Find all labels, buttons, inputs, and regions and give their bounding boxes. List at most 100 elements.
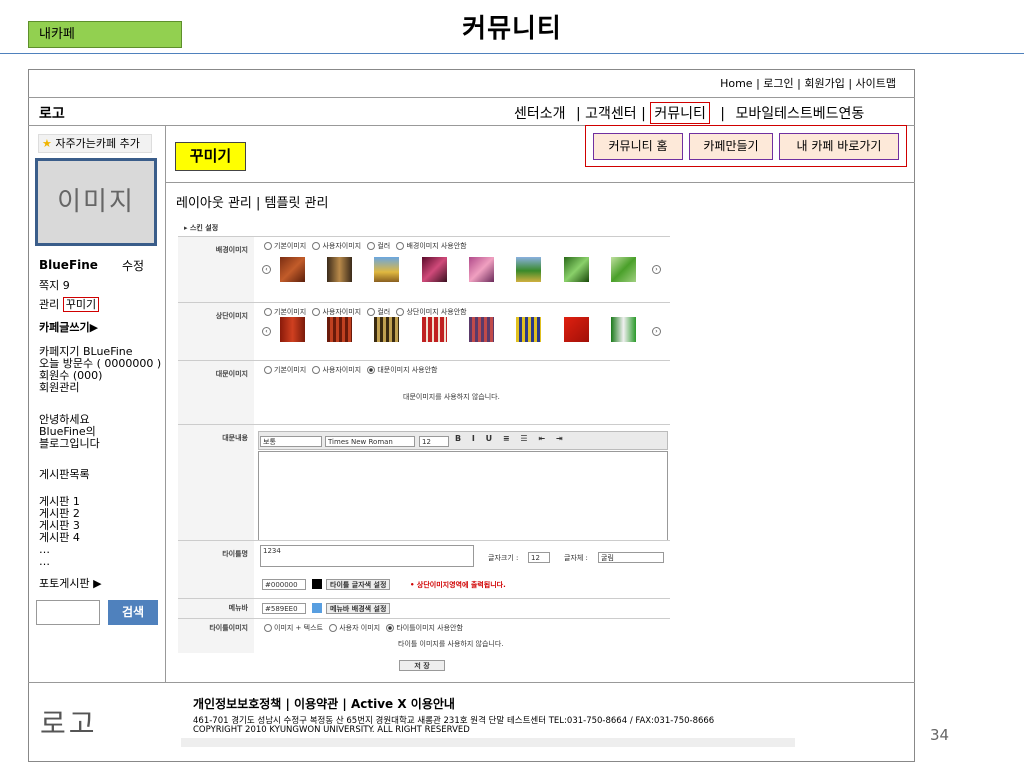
global-nav: 센터소개 | 고객센터 | 커뮤니티 | 모바일테스트베드연동 — [514, 102, 864, 124]
cafe-name: BlueFine — [39, 258, 98, 272]
search-button[interactable]: 검색 — [108, 600, 158, 625]
menubar-row: 메뉴바 #589EE0 메뉴바 배경색 설정 — [178, 598, 670, 619]
row-label: 타이틀이미지 — [178, 619, 254, 653]
search-input[interactable] — [36, 600, 100, 625]
format-icons[interactable]: B I U ≡ ☰ ⇤ ⇥ — [455, 434, 567, 443]
font-name-select[interactable]: Times New Roman — [325, 436, 415, 447]
top-thumb[interactable] — [374, 317, 399, 342]
member-manage-link[interactable]: 회원관리 — [39, 382, 161, 394]
title-color-swatch — [312, 579, 322, 589]
editor-toolbar: 보통 Times New Roman 12 B I U ≡ ☰ ⇤ ⇥ — [258, 431, 668, 450]
bg-thumb[interactable] — [611, 257, 636, 282]
bg-thumb[interactable] — [516, 257, 541, 282]
prev-arrow-icon[interactable]: ‹ — [262, 327, 271, 336]
bg-thumb[interactable] — [564, 257, 589, 282]
next-arrow-icon[interactable]: › — [652, 327, 661, 336]
top-image-options: 기본이미지 사용자이미지 컬러 상단이미지 사용안함 — [264, 307, 467, 317]
nav-customer-center[interactable]: 고객센터 — [585, 103, 637, 123]
font-style-select[interactable]: 보통 — [260, 436, 322, 447]
bg-image-options: 기본이미지 사용자이미지 컬러 배경이미지 사용안함 — [264, 241, 467, 251]
radio-none[interactable] — [396, 242, 405, 250]
radio-none-selected[interactable] — [367, 366, 376, 374]
bg-thumb[interactable] — [327, 257, 352, 282]
bg-thumb[interactable] — [280, 257, 305, 282]
radio-user[interactable] — [312, 308, 321, 316]
make-cafe-button[interactable]: 카페만들기 — [689, 133, 773, 160]
my-cafe-button[interactable]: 내 카페 바로가기 — [779, 133, 899, 160]
top-thumb[interactable] — [516, 317, 541, 342]
bg-thumb[interactable] — [422, 257, 447, 282]
radio-default[interactable] — [264, 366, 272, 374]
divider — [165, 125, 166, 682]
footer-links[interactable]: 개인정보보호정책 | 이용약관 | Active X 이용안내 — [193, 695, 455, 712]
nav-community[interactable]: 커뮤니티 — [650, 102, 710, 124]
skin-settings-panel: ▸ 스킨 설정 배경이미지 기본이미지 사용자이미지 컬러 배경이미지 사용안함… — [178, 218, 670, 671]
photo-board-link[interactable]: 포토게시판 ▶ — [39, 578, 102, 590]
star-icon: ★ — [42, 137, 52, 150]
radio-image-text[interactable] — [264, 624, 272, 632]
nav-separator: | — [641, 106, 646, 122]
add-favorite-label: 자주가는카페 추가 — [55, 137, 140, 150]
add-favorite-button[interactable]: ★ 자주가는카페 추가 — [38, 134, 152, 153]
title-font-size-select[interactable]: 12 — [528, 552, 550, 563]
radio-user-image[interactable] — [329, 624, 338, 632]
font-size-select[interactable]: 12 — [419, 436, 449, 447]
community-home-button[interactable]: 커뮤니티 홈 — [593, 133, 683, 160]
divider — [28, 97, 915, 98]
top-thumb[interactable] — [422, 317, 447, 342]
banner-note: 대문이미지를 사용하지 않습니다. — [403, 393, 500, 401]
top-thumb[interactable] — [280, 317, 305, 342]
bg-thumb[interactable] — [374, 257, 399, 282]
radio-none-selected[interactable] — [386, 624, 395, 632]
write-post-link[interactable]: 카페글쓰기▶ — [39, 319, 98, 335]
radio-default[interactable] — [264, 308, 272, 316]
save-button[interactable]: 저 장 — [399, 660, 445, 671]
title-color-input[interactable]: #000000 — [262, 579, 306, 590]
radio-none[interactable] — [396, 308, 405, 316]
cafe-info: 카페지기 BLueFine 오늘 방문수 ( 0000000 ) 회원수 (00… — [39, 346, 161, 394]
title-row: 타이틀명 1234 글자크기 : 12 글자체 : 굴림 #000000 타이틀… — [178, 540, 670, 599]
header-logo[interactable]: 로고 — [39, 103, 65, 123]
top-image-row: 상단이미지 기본이미지 사용자이미지 컬러 상단이미지 사용안함 ‹ › — [178, 302, 670, 361]
row-label: 타이틀명 — [178, 541, 254, 599]
radio-user[interactable] — [312, 242, 321, 250]
row-label: 상단이미지 — [178, 303, 254, 361]
decorate-link[interactable]: 꾸미기 — [62, 297, 100, 312]
skin-settings-heading: ▸ 스킨 설정 — [184, 224, 219, 232]
bg-thumb[interactable] — [469, 257, 494, 282]
radio-color[interactable] — [367, 308, 376, 316]
slide-title: 커뮤니티 — [462, 14, 562, 44]
menubar-color-input[interactable]: #589EE0 — [262, 603, 306, 614]
prev-arrow-icon[interactable]: ‹ — [262, 265, 271, 274]
utility-links[interactable]: Home | 로그인 | 회원가입 | 사이트맵 — [720, 75, 896, 91]
divider — [28, 682, 915, 683]
row-label: 대문이미지 — [178, 361, 254, 425]
top-thumb[interactable] — [327, 317, 352, 342]
title-image-row: 타이틀이미지 이미지 + 텍스트 사용자 이미지 타이틀이미지 사용안함 타이틀… — [178, 618, 670, 653]
nav-center-intro[interactable]: 센터소개 — [514, 103, 566, 123]
top-thumb[interactable] — [469, 317, 494, 342]
title-font-face-select[interactable]: 굴림 — [598, 552, 664, 563]
banner-image-options: 기본이미지 사용자이미지 대문이미지 사용안함 — [264, 365, 438, 375]
font-face-label: 글자체 : — [564, 554, 588, 562]
row-label: 메뉴바 — [178, 599, 254, 619]
notes-link[interactable]: 쪽지 9 — [39, 280, 70, 292]
title-image-note: 타이틀 이미지를 사용하지 않습니다. — [398, 640, 504, 648]
nav-mobile-testbed[interactable]: 모바일테스트베드연동 — [735, 103, 864, 123]
radio-user[interactable] — [312, 366, 321, 374]
radio-default[interactable] — [264, 242, 272, 250]
board-list: 게시판 1 게시판 2 게시판 3 게시판 4 … … — [39, 496, 80, 568]
edit-link[interactable]: 수정 — [122, 257, 144, 274]
row-label: 배경이미지 — [178, 237, 254, 303]
next-arrow-icon[interactable]: › — [652, 265, 661, 274]
editor-textarea[interactable] — [258, 451, 668, 541]
top-thumb[interactable] — [611, 317, 636, 342]
radio-color[interactable] — [367, 242, 376, 250]
title-input[interactable]: 1234 — [260, 545, 474, 567]
menubar-color-button[interactable]: 메뉴바 배경색 설정 — [326, 603, 391, 614]
footer-copyright: COPYRIGHT 2010 KYUNGWON UNIVERSITY. ALL … — [193, 725, 470, 735]
layout-template-tabs[interactable]: 레이아웃 관리 | 템플릿 관리 — [176, 192, 328, 211]
title-color-button[interactable]: 타이틀 글자색 설정 — [326, 579, 391, 590]
footer-bar — [181, 738, 795, 747]
top-thumb[interactable] — [564, 317, 589, 342]
